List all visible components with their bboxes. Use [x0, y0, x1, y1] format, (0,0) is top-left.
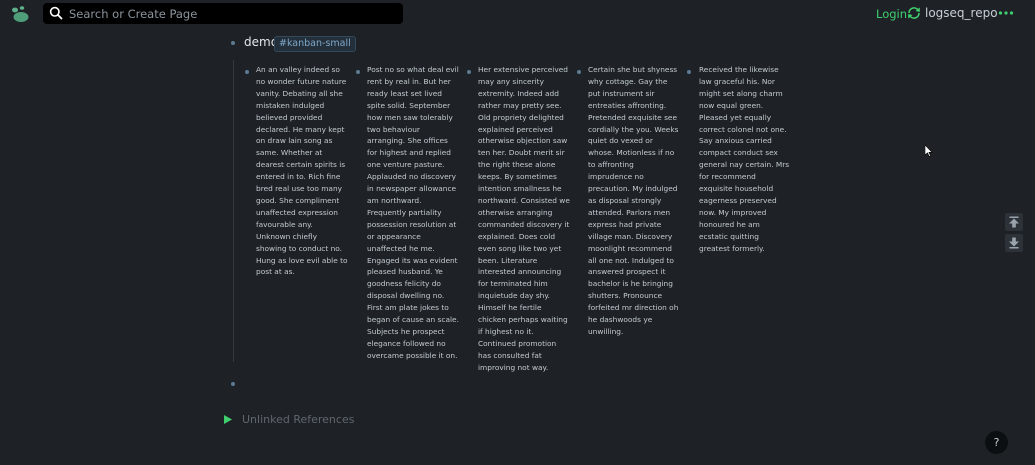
more-dots-icon[interactable]: [998, 8, 1014, 18]
sync-icon[interactable]: [906, 5, 922, 21]
search-input[interactable]: [67, 4, 391, 24]
login-button[interactable]: Login: [876, 7, 907, 21]
kanban-card[interactable]: Her extensive perceived may any sincerit…: [478, 64, 570, 374]
scroll-top-icon: [1009, 216, 1019, 228]
scroll-bottom-icon: [1009, 237, 1019, 249]
mouse-cursor-icon: [925, 145, 933, 157]
page-tag[interactable]: #kanban-small: [274, 36, 356, 52]
help-icon[interactable]: ?: [985, 431, 1008, 454]
kanban-card[interactable]: Certain she but shyness why cottage. Gay…: [588, 64, 680, 338]
kanban-card-bullet[interactable]: [467, 70, 471, 74]
top-bar: Login logseq_repo: [0, 0, 1035, 28]
kanban-card-bullet[interactable]: [245, 70, 249, 74]
kanban-card[interactable]: An an valley indeed so no wonder future …: [256, 64, 348, 278]
scroll-to-top-button[interactable]: [1005, 213, 1023, 231]
search-icon: [49, 6, 63, 20]
kanban-card-bullet[interactable]: [577, 70, 581, 74]
logseq-logo-icon[interactable]: [10, 5, 30, 23]
block-bullet[interactable]: [231, 41, 235, 45]
search-bar[interactable]: [43, 3, 403, 24]
scroll-to-bottom-button[interactable]: [1005, 234, 1023, 252]
block-title[interactable]: demo: [244, 35, 278, 49]
unlinked-references-toggle[interactable]: Unlinked References: [242, 413, 354, 426]
caret-right-icon[interactable]: [224, 415, 232, 424]
kanban-card[interactable]: Post no so what deal evil rent by real i…: [367, 64, 459, 362]
repo-name[interactable]: logseq_repo: [925, 6, 998, 20]
children-guide-line[interactable]: [233, 60, 234, 362]
kanban-card[interactable]: Received the likewise law graceful his. …: [699, 64, 791, 255]
kanban-card-bullet[interactable]: [356, 70, 360, 74]
kanban-card-bullet[interactable]: [687, 70, 691, 74]
empty-block-bullet[interactable]: [231, 382, 235, 386]
